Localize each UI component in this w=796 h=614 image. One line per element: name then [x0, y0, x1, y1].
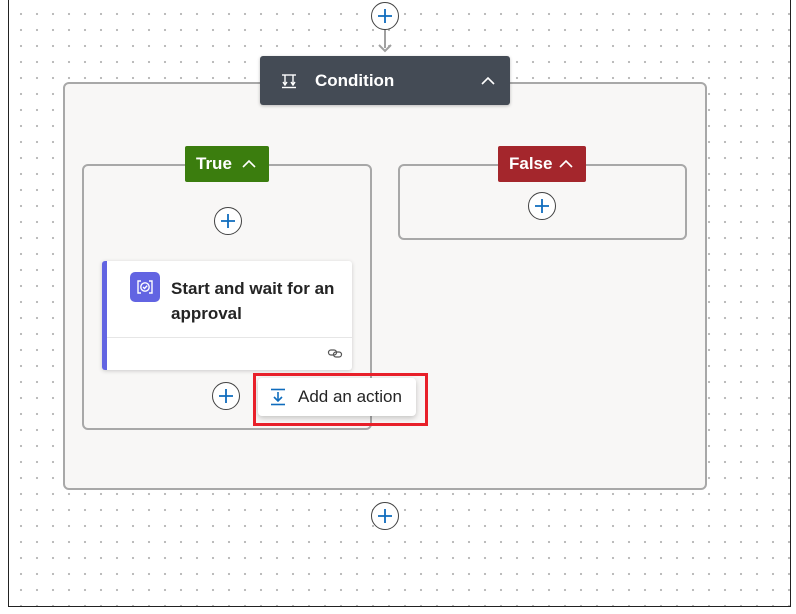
chevron-up-icon[interactable]: [558, 156, 574, 172]
false-branch-label: False: [509, 154, 553, 173]
condition-icon: [282, 73, 296, 88]
add-an-action-menu-item[interactable]: Add an action: [258, 378, 416, 416]
plus-icon: [378, 9, 392, 23]
add-action-icon: [271, 388, 285, 406]
false-branch-header[interactable]: False: [498, 146, 586, 182]
condition-action-header[interactable]: Condition: [260, 56, 510, 105]
insert-step-button[interactable]: [371, 2, 399, 30]
true-branch-label: True: [196, 154, 232, 173]
chevron-up-icon[interactable]: [480, 73, 496, 89]
plus-icon: [535, 199, 549, 213]
approval-action-title: Start and wait for an approval: [171, 279, 335, 323]
plus-icon: [378, 509, 392, 523]
add-an-action-label: Add an action: [298, 387, 402, 406]
insert-step-button[interactable]: [214, 207, 242, 235]
approvals-icon: [130, 272, 160, 302]
insert-step-button[interactable]: [371, 502, 399, 530]
chevron-up-icon[interactable]: [241, 156, 257, 172]
approval-action-card[interactable]: Start and wait for an approval: [102, 261, 352, 370]
condition-title: Condition: [315, 70, 395, 90]
true-branch-header[interactable]: True: [185, 146, 269, 182]
link-icon[interactable]: [327, 345, 343, 361]
plus-icon: [221, 214, 235, 228]
insert-step-button[interactable]: [528, 192, 556, 220]
card-divider: [107, 337, 352, 338]
plus-icon: [219, 389, 233, 403]
insert-step-button[interactable]: [212, 382, 240, 410]
